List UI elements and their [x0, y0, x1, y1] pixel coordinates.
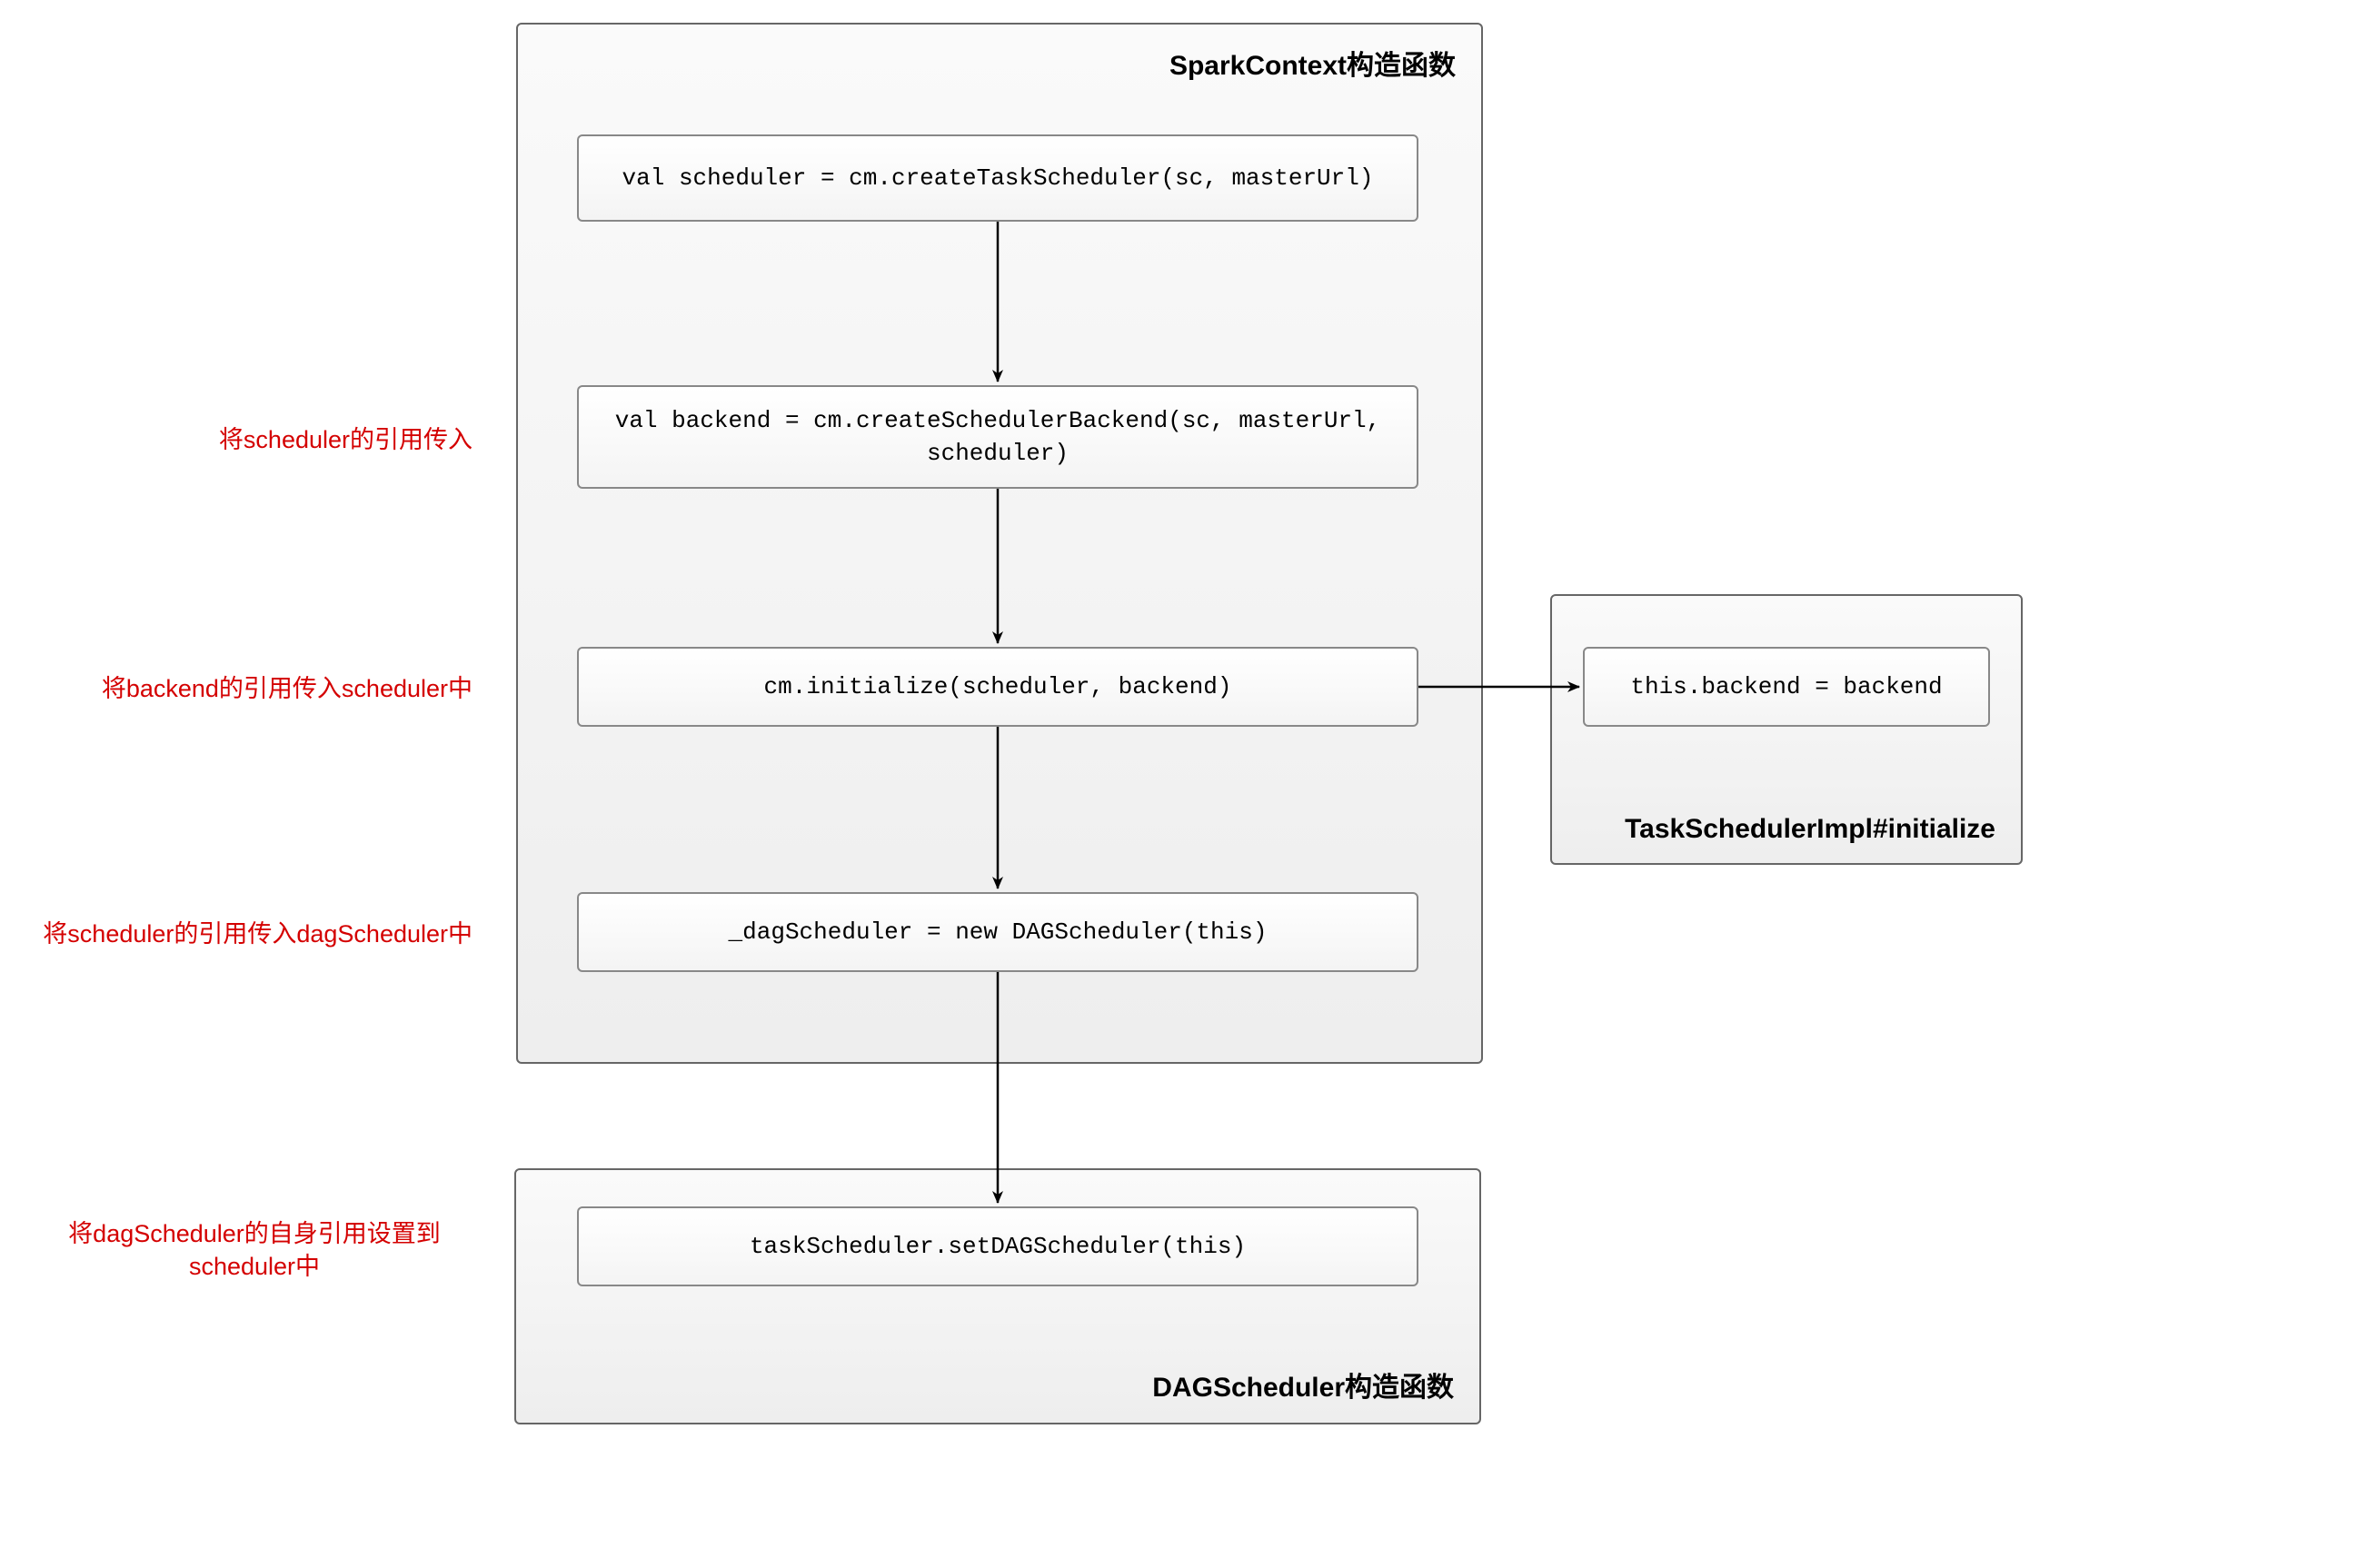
container-title-taskschedulerimpl: TaskSchedulerImpl#initialize	[1625, 814, 1995, 845]
annotation-scheduler-to-dag: 将scheduler的引用传入dagScheduler中	[9, 918, 473, 950]
container-title-sparkcontext: SparkContext构造函数	[1169, 43, 1456, 83]
box-set-dag: taskScheduler.setDAGScheduler(this)	[577, 1206, 1418, 1286]
box-create-task-scheduler: val scheduler = cm.createTaskScheduler(s…	[577, 134, 1418, 222]
annotation-backend-ref: 将backend的引用传入scheduler中	[64, 672, 473, 705]
box-backend-assign: this.backend = backend	[1583, 647, 1990, 727]
container-task-scheduler-impl: TaskSchedulerImpl#initialize	[1550, 594, 2023, 865]
diagram-canvas: SparkContext构造函数 TaskSchedulerImpl#initi…	[0, 0, 2358, 1568]
box-dag-new: _dagScheduler = new DAGScheduler(this)	[577, 892, 1418, 972]
container-title-dagscheduler: DAGScheduler构造函数	[1152, 1365, 1454, 1404]
annotation-dag-self-ref: 将dagScheduler的自身引用设置到 scheduler中	[36, 1217, 473, 1284]
annotation-scheduler-ref: 将scheduler的引用传入	[154, 423, 473, 456]
annotation-dag-self-ref-line2: scheduler中	[189, 1253, 320, 1280]
box-initialize: cm.initialize(scheduler, backend)	[577, 647, 1418, 727]
annotation-dag-self-ref-line1: 将dagScheduler的自身引用设置到	[68, 1220, 441, 1247]
box-create-backend: val backend = cm.createSchedulerBackend(…	[577, 385, 1418, 489]
